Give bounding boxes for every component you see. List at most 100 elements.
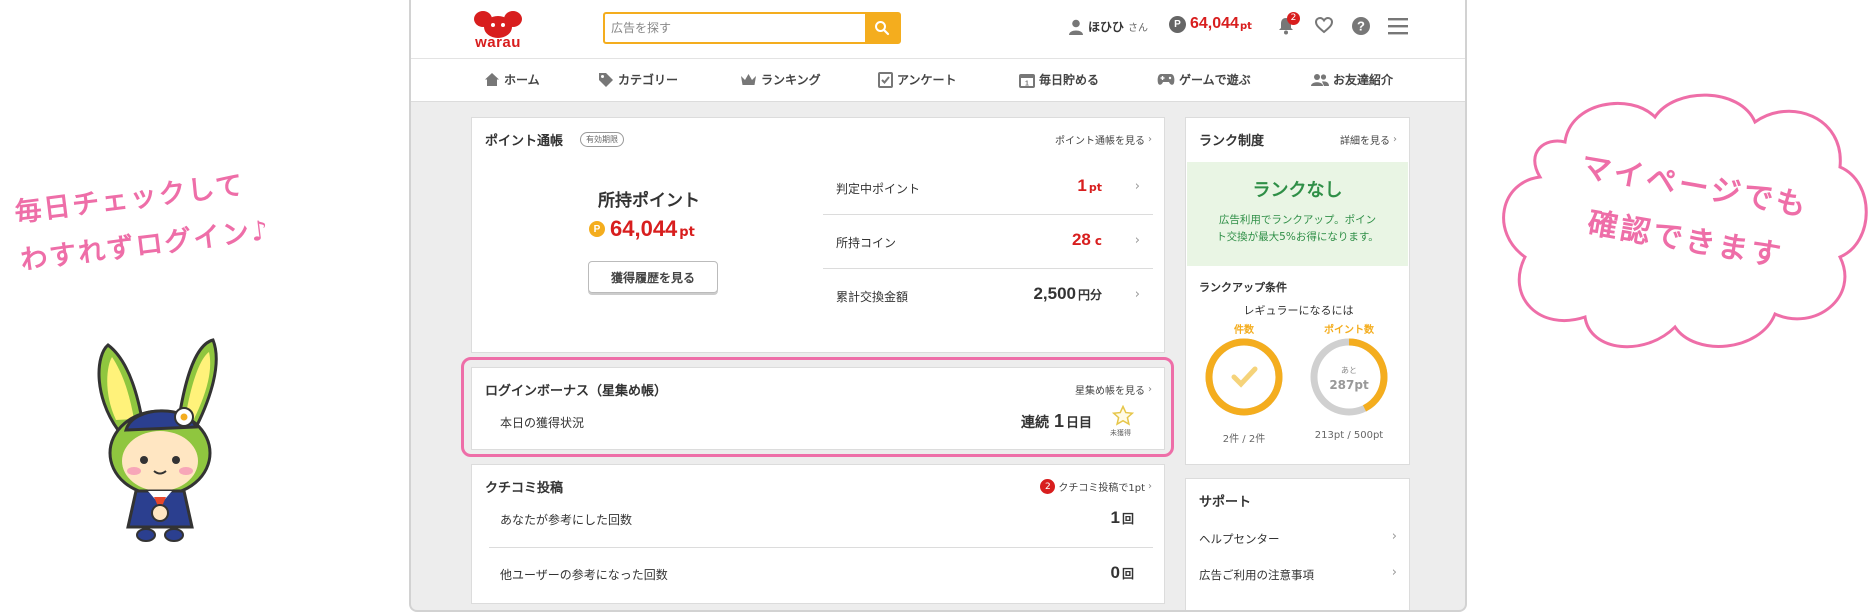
nav-ranking[interactable]: ランキング xyxy=(740,71,821,88)
row-divider xyxy=(823,214,1153,215)
row-divider xyxy=(823,268,1153,269)
held-points-label: 所持ポイント xyxy=(598,191,700,211)
tag-icon xyxy=(599,72,613,87)
rank-description-line-1: 広告利用でランクアップ。ポイン xyxy=(1218,214,1377,226)
notification-button[interactable]: 2 xyxy=(1277,12,1300,39)
ring-count-caption: 2件 / 2件 xyxy=(1222,434,1266,445)
points-progress-ring xyxy=(1310,338,1388,416)
chevron-right-icon: › xyxy=(1393,134,1397,145)
total-exchange: 2,500 円分 xyxy=(1033,284,1102,304)
review-link[interactable]: 2 クチコミ投稿で1pt › xyxy=(1040,479,1152,494)
referenced-count: 1 回 xyxy=(1111,508,1134,528)
ring-points-label: ポイント数 xyxy=(1324,325,1374,336)
header: warau ほひひ さん P 64,044 pt xyxy=(411,0,1465,59)
referenced-count-value: 1 xyxy=(1110,508,1120,527)
rank-condition-title: ランクアップ条件 xyxy=(1199,281,1287,294)
nav-invite[interactable]: お友達紹介 xyxy=(1311,71,1393,88)
rank-title: ランク制度 xyxy=(1199,134,1265,149)
help-button[interactable]: ? xyxy=(1351,16,1371,40)
rank-detail-link[interactable]: 詳細を見る › xyxy=(1340,132,1397,147)
helpful-count-unit: 回 xyxy=(1121,567,1134,581)
coins-unit: c xyxy=(1094,234,1102,248)
held-points-unit: pt xyxy=(679,225,695,240)
nav-daily[interactable]: 1 毎日貯める xyxy=(1019,71,1099,88)
total-exchange-label: 累計交換金額 xyxy=(836,290,909,304)
nav-survey-label: アンケート xyxy=(897,73,957,87)
svg-text:1: 1 xyxy=(1025,80,1029,87)
total-exchange-unit: 円分 xyxy=(1077,288,1102,302)
count-progress-ring xyxy=(1205,338,1283,416)
nav-home[interactable]: ホーム xyxy=(484,71,540,88)
support-item-help-center[interactable]: ヘルプセンター › xyxy=(1186,523,1409,553)
logo-text: warau xyxy=(475,34,521,51)
point-passbook-card: ポイント通帳 有効期限 ポイント通帳を見る › 所持ポイント P 64,044 p… xyxy=(471,117,1165,353)
row-divider xyxy=(489,547,1153,548)
helpful-count: 0 回 xyxy=(1111,563,1134,583)
search-button[interactable] xyxy=(865,14,899,42)
passbook-link[interactable]: ポイント通帳を見る › xyxy=(1055,132,1152,147)
nav-ranking-label: ランキング xyxy=(761,73,821,87)
nav-category[interactable]: カテゴリー xyxy=(598,71,678,88)
review-count-badge: 2 xyxy=(1040,479,1056,494)
mascot-illustration xyxy=(97,338,218,542)
header-points[interactable]: P 64,044 pt xyxy=(1169,15,1252,33)
chevron-right-icon: › xyxy=(1148,481,1152,492)
user-menu[interactable]: ほひひ さん xyxy=(1069,18,1148,35)
total-exchange-chevron-icon[interactable]: › xyxy=(1135,287,1140,302)
support-title: サポート xyxy=(1199,495,1252,510)
crown-icon xyxy=(741,73,756,85)
user-suffix: さん xyxy=(1128,23,1149,34)
svg-text:?: ? xyxy=(1357,19,1365,34)
history-button[interactable]: 獲得履歴を見る xyxy=(588,261,718,293)
ring-points-inner-small: あと xyxy=(1341,366,1357,375)
highlight-frame xyxy=(461,357,1174,457)
chevron-right-icon: › xyxy=(1391,529,1397,544)
favorites-button[interactable] xyxy=(1314,16,1334,38)
nav-survey[interactable]: アンケート xyxy=(878,71,957,88)
left-callout: 毎日チェックして わすれずログイン♪ xyxy=(12,156,302,285)
app-window: warau ほひひ さん P 64,044 pt xyxy=(409,0,1467,612)
support-item-ad-notes[interactable]: 広告ご利用の注意事項 › xyxy=(1186,559,1409,589)
helpful-count-label: 他ユーザーの参考になった回数 xyxy=(500,568,668,582)
hamburger-menu-icon xyxy=(1388,18,1408,35)
search-input[interactable] xyxy=(605,14,865,42)
coins-label: 所持コイン xyxy=(836,236,897,250)
pending-points-unit: pt xyxy=(1088,181,1102,194)
header-points-unit: pt xyxy=(1239,20,1252,32)
chevron-right-icon: › xyxy=(1148,134,1152,145)
calendar-icon: 1 xyxy=(1019,73,1035,88)
helpful-count-value: 0 xyxy=(1110,563,1120,582)
review-card: クチコミ投稿 2 クチコミ投稿で1pt › あなたが参考にした回数 1 回 他ユー… xyxy=(471,464,1165,604)
nav-game[interactable]: ゲームで遊ぶ xyxy=(1157,71,1251,88)
search-box xyxy=(603,12,901,44)
passbook-title: ポイント通帳 xyxy=(485,134,564,149)
support-item-label: ヘルプセンター xyxy=(1199,532,1280,546)
site-logo[interactable]: warau xyxy=(469,9,527,53)
user-name: ほひひ xyxy=(1088,20,1125,34)
pending-chevron-icon[interactable]: › xyxy=(1135,179,1140,194)
expiry-badge[interactable]: 有効期限 xyxy=(580,132,624,147)
coins-value: 28 xyxy=(1071,230,1091,249)
coins-chevron-icon[interactable]: › xyxy=(1135,233,1140,248)
ring-count-label: 件数 xyxy=(1234,325,1254,336)
rank-card: ランク制度 詳細を見る › ランクなし 広告利用でランクアップ。ポイン ト交換が最… xyxy=(1185,117,1410,465)
friends-icon xyxy=(1311,73,1329,86)
heart-icon xyxy=(1314,16,1334,34)
nav-invite-label: お友達紹介 xyxy=(1333,73,1394,87)
survey-icon xyxy=(878,72,893,88)
nav-game-label: ゲームで遊ぶ xyxy=(1179,73,1251,87)
rank-detail-link-label: 詳細を見る xyxy=(1340,136,1390,147)
rank-status-panel: ランクなし 広告利用でランクアップ。ポイン ト交換が最大5%お得になります。 xyxy=(1187,162,1408,266)
header-points-value: 64,044 xyxy=(1190,15,1239,32)
nav-daily-label: 毎日貯める xyxy=(1039,73,1100,87)
help-icon: ? xyxy=(1352,17,1370,35)
total-exchange-value: 2,500 xyxy=(1033,284,1076,303)
menu-button[interactable] xyxy=(1388,17,1408,39)
ring-points-inner-value: 287pt xyxy=(1329,378,1369,392)
held-points-value: 64,044 xyxy=(610,216,678,241)
point-coin-icon: P xyxy=(589,221,605,237)
home-icon xyxy=(485,73,499,86)
coins: 28 c xyxy=(1072,230,1102,250)
review-title: クチコミ投稿 xyxy=(485,481,564,496)
check-icon xyxy=(1231,366,1258,388)
